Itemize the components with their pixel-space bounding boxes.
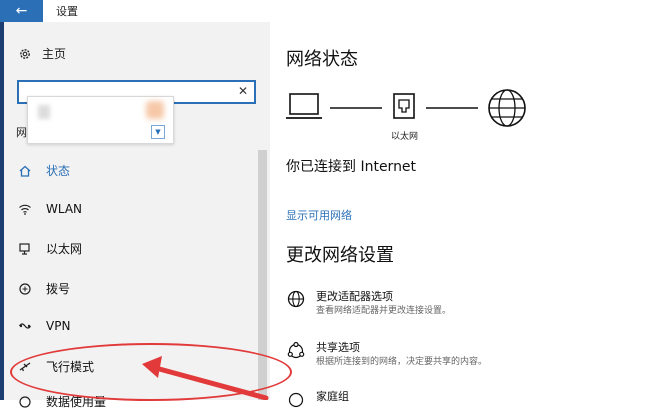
network-status-heading: 网络状态 xyxy=(286,49,358,70)
connection-status-text: 你已连接到 Internet xyxy=(286,159,417,175)
option-title: 更改适配器选项 xyxy=(316,290,393,303)
adapter-globe-icon xyxy=(287,290,305,308)
ethernet-port-icon xyxy=(393,93,415,119)
globe-icon xyxy=(488,89,526,127)
option-title: 共享选项 xyxy=(316,341,360,354)
homegroup-icon xyxy=(288,392,304,408)
laptop-icon xyxy=(286,93,322,119)
option-description: 查看网络适配器并更改连接设置。 xyxy=(316,306,452,316)
change-network-settings-heading: 更改网络设置 xyxy=(286,245,394,266)
ethernet-diagram-label: 以太网 xyxy=(391,132,419,142)
sharing-icon xyxy=(287,341,305,359)
option-description: 根据所连接到的网络，决定要共享的内容。 xyxy=(316,357,488,367)
show-available-networks-link[interactable]: 显示可用网络 xyxy=(286,207,352,223)
option-title: 家庭组 xyxy=(316,390,349,403)
